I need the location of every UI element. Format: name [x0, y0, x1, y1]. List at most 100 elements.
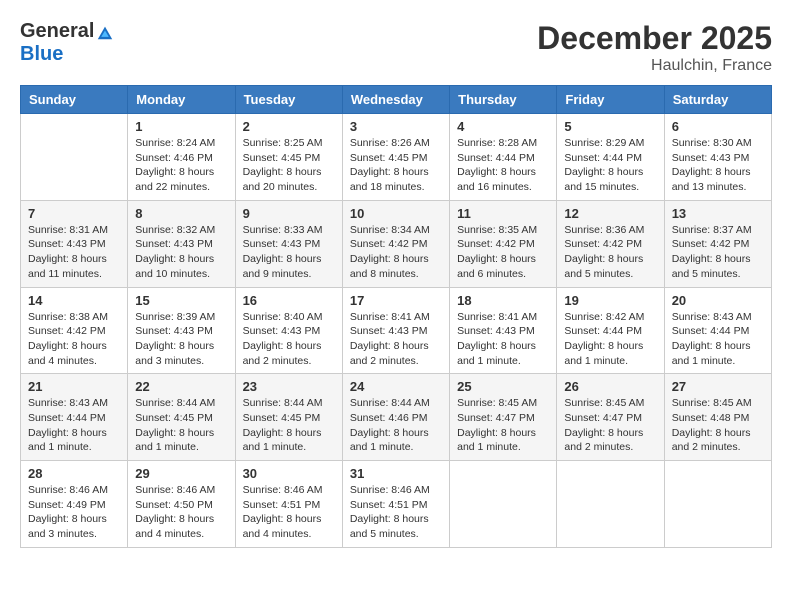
- calendar-cell: 10 Sunrise: 8:34 AMSunset: 4:42 PMDayligh…: [342, 200, 449, 287]
- calendar-cell: 30 Sunrise: 8:46 AMSunset: 4:51 PMDayligh…: [235, 461, 342, 548]
- day-number: 13: [672, 206, 764, 221]
- day-info: Sunrise: 8:45 AMSunset: 4:47 PMDaylight:…: [457, 396, 549, 455]
- day-info: Sunrise: 8:26 AMSunset: 4:45 PMDaylight:…: [350, 136, 442, 195]
- day-info: Sunrise: 8:42 AMSunset: 4:44 PMDaylight:…: [564, 310, 656, 369]
- day-number: 23: [243, 379, 335, 394]
- day-number: 3: [350, 119, 442, 134]
- calendar-cell: 15Sunrise: 8:39 AMSunset: 4:43 PMDayligh…: [128, 287, 235, 374]
- logo-blue-text: Blue: [20, 43, 114, 66]
- day-number: 18: [457, 293, 549, 308]
- day-info: Sunrise: 8:39 AMSunset: 4:43 PMDaylight:…: [135, 310, 227, 369]
- day-info: Sunrise: 8:46 AMSunset: 4:49 PMDaylight:…: [28, 483, 120, 542]
- day-of-week-header: Saturday: [664, 86, 771, 114]
- day-info: Sunrise: 8:43 AMSunset: 4:44 PMDaylight:…: [672, 310, 764, 369]
- calendar-cell: 22 Sunrise: 8:44 AMSunset: 4:45 PMDayligh…: [128, 374, 235, 461]
- day-info: Sunrise: 8:44 AMSunset: 4:46 PMDaylight:…: [350, 396, 442, 455]
- day-number: 31: [350, 466, 442, 481]
- calendar-week-row: 7 Sunrise: 8:31 AMSunset: 4:43 PMDaylight…: [21, 200, 772, 287]
- day-number: 8: [135, 206, 227, 221]
- calendar-cell: 6 Sunrise: 8:30 AMSunset: 4:43 PMDaylight…: [664, 114, 771, 201]
- calendar-cell: 2Sunrise: 8:25 AMSunset: 4:45 PMDaylight…: [235, 114, 342, 201]
- page-header: General Blue December 2025 Haulchin, Fra…: [20, 20, 772, 75]
- calendar-cell: 27 Sunrise: 8:45 AMSunset: 4:48 PMDayligh…: [664, 374, 771, 461]
- day-info: Sunrise: 8:34 AMSunset: 4:42 PMDaylight:…: [350, 223, 442, 282]
- calendar-cell: [450, 461, 557, 548]
- day-info: Sunrise: 8:44 AMSunset: 4:45 PMDaylight:…: [135, 396, 227, 455]
- day-info: Sunrise: 8:38 AMSunset: 4:42 PMDaylight:…: [28, 310, 120, 369]
- logo-general-text: General: [20, 20, 94, 43]
- day-number: 17: [350, 293, 442, 308]
- day-info: Sunrise: 8:36 AMSunset: 4:42 PMDaylight:…: [564, 223, 656, 282]
- day-number: 6: [672, 119, 764, 134]
- day-of-week-header: Friday: [557, 86, 664, 114]
- day-number: 22: [135, 379, 227, 394]
- day-info: Sunrise: 8:46 AMSunset: 4:51 PMDaylight:…: [350, 483, 442, 542]
- day-of-week-header: Sunday: [21, 86, 128, 114]
- calendar-table: SundayMondayTuesdayWednesdayThursdayFrid…: [20, 85, 772, 548]
- day-number: 19: [564, 293, 656, 308]
- calendar-cell: 13 Sunrise: 8:37 AMSunset: 4:42 PMDayligh…: [664, 200, 771, 287]
- day-of-week-header: Monday: [128, 86, 235, 114]
- calendar-cell: 29Sunrise: 8:46 AMSunset: 4:50 PMDayligh…: [128, 461, 235, 548]
- day-info: Sunrise: 8:45 AMSunset: 4:47 PMDaylight:…: [564, 396, 656, 455]
- day-number: 2: [243, 119, 335, 134]
- day-info: Sunrise: 8:46 AMSunset: 4:50 PMDaylight:…: [135, 483, 227, 542]
- calendar-cell: 12Sunrise: 8:36 AMSunset: 4:42 PMDayligh…: [557, 200, 664, 287]
- day-info: Sunrise: 8:45 AMSunset: 4:48 PMDaylight:…: [672, 396, 764, 455]
- calendar-cell: 5Sunrise: 8:29 AMSunset: 4:44 PMDaylight…: [557, 114, 664, 201]
- day-number: 21: [28, 379, 120, 394]
- calendar-cell: 26 Sunrise: 8:45 AMSunset: 4:47 PMDayligh…: [557, 374, 664, 461]
- day-info: Sunrise: 8:40 AMSunset: 4:43 PMDaylight:…: [243, 310, 335, 369]
- location-subtitle: Haulchin, France: [537, 57, 772, 75]
- calendar-week-row: 21 Sunrise: 8:43 AMSunset: 4:44 PMDayligh…: [21, 374, 772, 461]
- day-number: 24: [350, 379, 442, 394]
- day-info: Sunrise: 8:46 AMSunset: 4:51 PMDaylight:…: [243, 483, 335, 542]
- calendar-cell: 4 Sunrise: 8:28 AMSunset: 4:44 PMDaylight…: [450, 114, 557, 201]
- day-number: 25: [457, 379, 549, 394]
- calendar-cell: 16Sunrise: 8:40 AMSunset: 4:43 PMDayligh…: [235, 287, 342, 374]
- day-number: 7: [28, 206, 120, 221]
- day-number: 14: [28, 293, 120, 308]
- day-info: Sunrise: 8:24 AMSunset: 4:46 PMDaylight:…: [135, 136, 227, 195]
- day-info: Sunrise: 8:31 AMSunset: 4:43 PMDaylight:…: [28, 223, 120, 282]
- title-block: December 2025 Haulchin, France: [537, 20, 772, 75]
- day-number: 10: [350, 206, 442, 221]
- calendar-cell: 9Sunrise: 8:33 AMSunset: 4:43 PMDaylight…: [235, 200, 342, 287]
- calendar-cell: 8 Sunrise: 8:32 AMSunset: 4:43 PMDaylight…: [128, 200, 235, 287]
- calendar-cell: 3 Sunrise: 8:26 AMSunset: 4:45 PMDaylight…: [342, 114, 449, 201]
- calendar-cell: [21, 114, 128, 201]
- day-info: Sunrise: 8:41 AMSunset: 4:43 PMDaylight:…: [457, 310, 549, 369]
- day-number: 9: [243, 206, 335, 221]
- day-number: 27: [672, 379, 764, 394]
- day-info: Sunrise: 8:29 AMSunset: 4:44 PMDaylight:…: [564, 136, 656, 195]
- day-info: Sunrise: 8:44 AMSunset: 4:45 PMDaylight:…: [243, 396, 335, 455]
- calendar-cell: 14 Sunrise: 8:38 AMSunset: 4:42 PMDayligh…: [21, 287, 128, 374]
- day-info: Sunrise: 8:35 AMSunset: 4:42 PMDaylight:…: [457, 223, 549, 282]
- calendar-week-row: 1Sunrise: 8:24 AMSunset: 4:46 PMDaylight…: [21, 114, 772, 201]
- calendar-cell: [664, 461, 771, 548]
- day-info: Sunrise: 8:30 AMSunset: 4:43 PMDaylight:…: [672, 136, 764, 195]
- calendar-cell: 24 Sunrise: 8:44 AMSunset: 4:46 PMDayligh…: [342, 374, 449, 461]
- day-number: 11: [457, 206, 549, 221]
- month-title: December 2025: [537, 20, 772, 57]
- day-of-week-header: Tuesday: [235, 86, 342, 114]
- day-info: Sunrise: 8:32 AMSunset: 4:43 PMDaylight:…: [135, 223, 227, 282]
- day-info: Sunrise: 8:28 AMSunset: 4:44 PMDaylight:…: [457, 136, 549, 195]
- day-number: 30: [243, 466, 335, 481]
- logo: General Blue: [20, 20, 114, 66]
- day-of-week-header: Wednesday: [342, 86, 449, 114]
- calendar-cell: 19 Sunrise: 8:42 AMSunset: 4:44 PMDayligh…: [557, 287, 664, 374]
- day-of-week-header: Thursday: [450, 86, 557, 114]
- calendar-cell: 7 Sunrise: 8:31 AMSunset: 4:43 PMDaylight…: [21, 200, 128, 287]
- day-info: Sunrise: 8:43 AMSunset: 4:44 PMDaylight:…: [28, 396, 120, 455]
- calendar-cell: 17Sunrise: 8:41 AMSunset: 4:43 PMDayligh…: [342, 287, 449, 374]
- calendar-week-row: 14 Sunrise: 8:38 AMSunset: 4:42 PMDayligh…: [21, 287, 772, 374]
- day-number: 26: [564, 379, 656, 394]
- day-number: 28: [28, 466, 120, 481]
- calendar-cell: 1Sunrise: 8:24 AMSunset: 4:46 PMDaylight…: [128, 114, 235, 201]
- day-info: Sunrise: 8:37 AMSunset: 4:42 PMDaylight:…: [672, 223, 764, 282]
- calendar-cell: 23 Sunrise: 8:44 AMSunset: 4:45 PMDayligh…: [235, 374, 342, 461]
- day-number: 4: [457, 119, 549, 134]
- logo-icon: [96, 23, 114, 41]
- day-number: 20: [672, 293, 764, 308]
